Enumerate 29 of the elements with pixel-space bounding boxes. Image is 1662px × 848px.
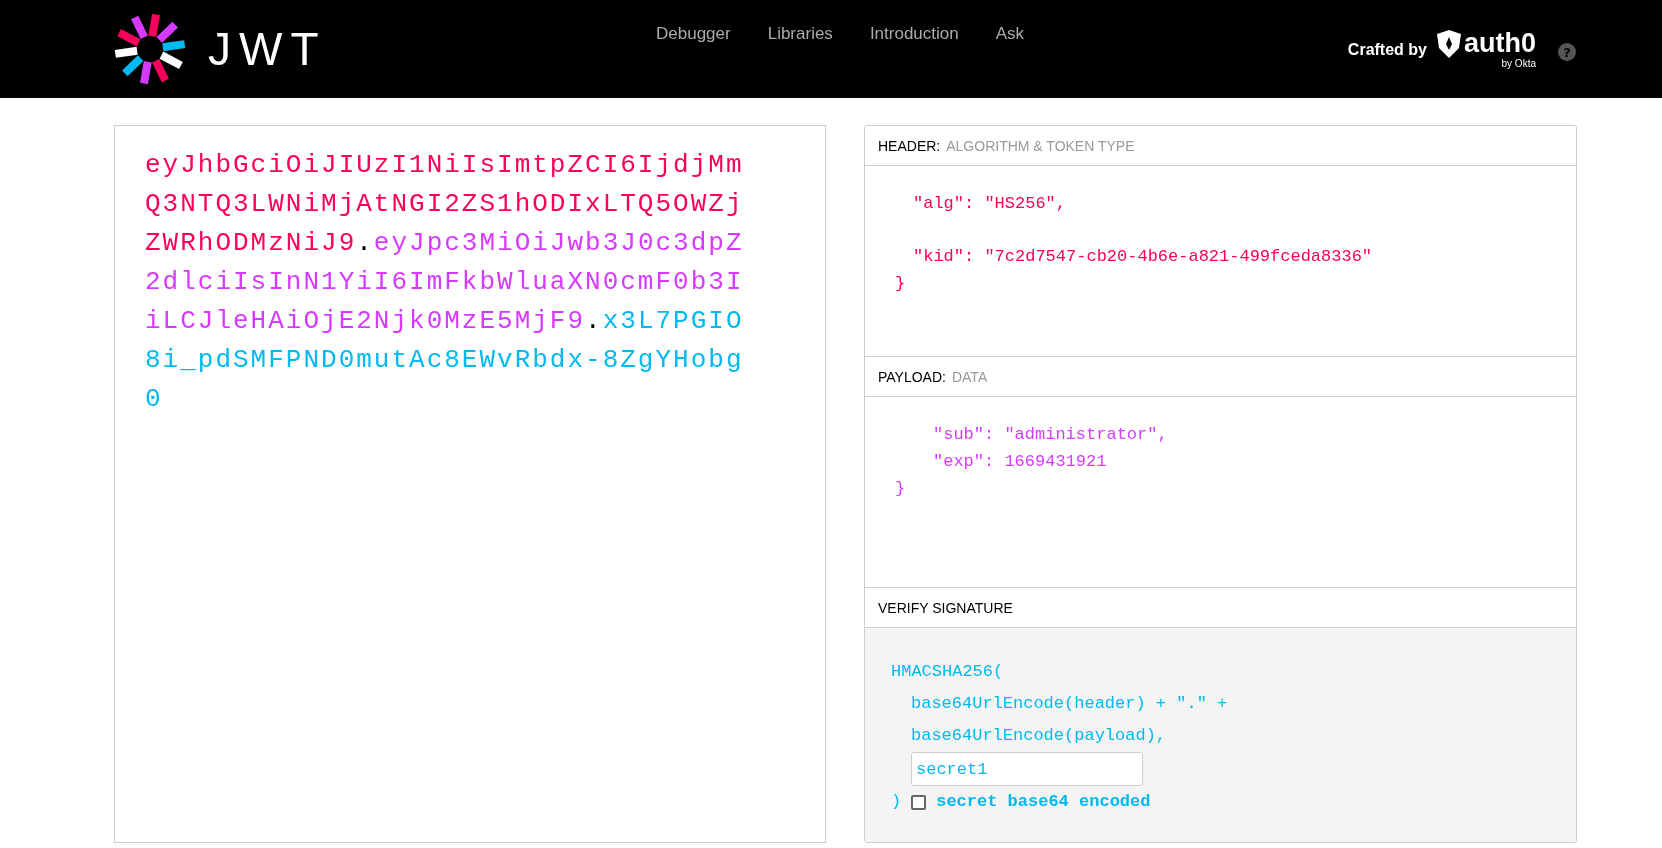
- checkbox[interactable]: [911, 794, 927, 810]
- logo-text: JWT: [208, 26, 327, 72]
- shield-logo-icon: [1437, 29, 1461, 58]
- section-subtitle: DATA: [951, 368, 988, 385]
- code-line: base64UrlEncode(header) + "." +: [910, 693, 1229, 715]
- section-title: HEADER:: [878, 137, 941, 154]
- brand-name: auth0: [1464, 30, 1536, 57]
- code-line: "exp": 1669431921: [932, 451, 1108, 473]
- brand-subtitle: by Okta: [1501, 57, 1536, 69]
- pinwheel-logo-icon: [114, 13, 186, 85]
- encoded-token-panel[interactable]: [114, 125, 826, 843]
- code-line: }: [894, 478, 907, 500]
- code-line: "sub": "administrator",: [932, 424, 1169, 446]
- code-line: }: [894, 273, 907, 295]
- code-line: ): [891, 791, 902, 813]
- section-title: VERIFY SIGNATURE: [878, 599, 1013, 616]
- crafted-by-text: Crafted by: [1347, 41, 1427, 59]
- nav-link[interactable]: Introduction: [869, 24, 959, 44]
- code-line: base64UrlEncode(payload),: [910, 725, 1168, 747]
- code-line: "alg": "HS256",: [912, 193, 1068, 215]
- nav-link[interactable]: Debugger: [656, 24, 731, 44]
- code-line: "kid": "7c2d7547-cb20-4b6e-a821-499fceda8336": [912, 246, 1374, 268]
- section-subtitle: ALGORITHM & TOKEN TYPE: [946, 137, 1135, 154]
- code-line: HMACSHA256(: [891, 661, 1005, 683]
- nav-link[interactable]: Libraries: [767, 24, 833, 44]
- nav-link[interactable]: Ask: [995, 24, 1025, 44]
- checkbox-label: secret base64 encoded: [936, 791, 1151, 813]
- section-title: PAYLOAD:: [878, 368, 946, 385]
- encoded-token: eyJhbGciOiJIUzI1NiIsImtpZCI6IjdjMmQ3NTQ3LWNiMjAtNGI2ZS1hODIxLTQ5OWZjZWRhODMzNiJ9.eyJpc3MiOiJwb3J0c3dpZ2dlciIsInN1YiI6ImFkbWluaXN0cmF0b3IiLCJleHAiOjE2Njk0MzE5MjF9.x3L7PGIO8i_pdSMFPND0mutAc8EWvRbdx-8ZgYHobg0: [145, 149, 745, 416]
